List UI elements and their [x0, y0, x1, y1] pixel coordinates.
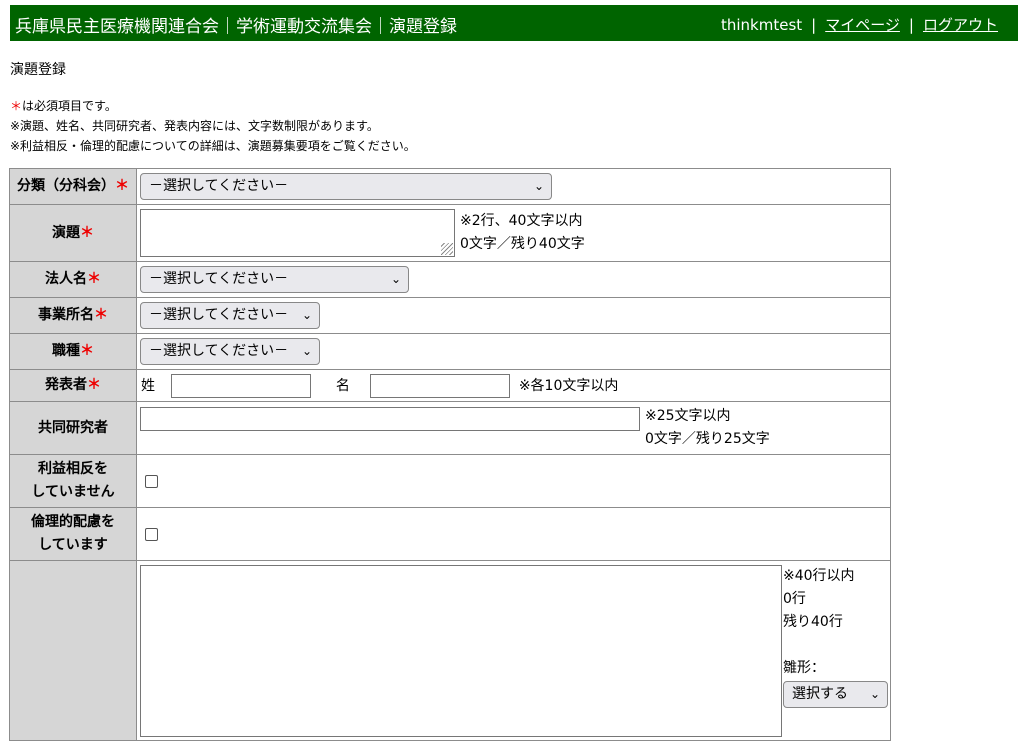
- label-coresearcher: 共同研究者: [9, 401, 137, 455]
- select-value: －選択してください－: [149, 307, 289, 323]
- resize-grip-icon[interactable]: [441, 243, 453, 255]
- logout-link[interactable]: ログアウト: [923, 16, 998, 34]
- label-content: [9, 560, 137, 741]
- template-label: 雛形：: [783, 660, 825, 676]
- mei-input[interactable]: [370, 373, 511, 398]
- conflict-checkbox[interactable]: [145, 474, 158, 488]
- mei-label: 名: [335, 377, 350, 394]
- nav-separator: |: [908, 16, 914, 34]
- presenter-hint: ※各10文字以内: [518, 377, 619, 394]
- required-star: ＊: [80, 343, 94, 359]
- chevron-down-icon: ⌄: [301, 308, 312, 322]
- label-presenter: 発表者＊: [9, 369, 137, 402]
- required-mark: ＊: [10, 99, 23, 113]
- title-hint: ※2行、40文字以内: [460, 213, 583, 229]
- form-notes: ＊は必須項目です。 ※演題、姓名、共同研究者、発表内容には、文字数制限があります…: [10, 96, 416, 156]
- label-category: 分類（分科会）＊: [9, 168, 137, 205]
- select-value: －選択してください－: [149, 271, 289, 287]
- label-office: 事業所名＊: [9, 297, 137, 334]
- content-lines-remaining: 残り40行: [783, 614, 843, 630]
- label-corporation: 法人名＊: [9, 261, 137, 298]
- required-star: ＊: [87, 271, 101, 287]
- required-star: ＊: [80, 224, 94, 241]
- coresearcher-char-count: 0文字／残り25文字: [645, 431, 770, 447]
- required-star: ＊: [94, 307, 108, 323]
- chevron-down-icon: ⌄: [301, 344, 312, 358]
- label-text: 共同研究者: [38, 419, 108, 436]
- label-text: 演題: [52, 224, 80, 241]
- label-title: 演題＊: [9, 204, 137, 262]
- label-text: 発表者: [45, 377, 87, 393]
- page-title: 演題登録: [10, 62, 66, 78]
- label-conflict: 利益相反を していません: [9, 454, 137, 508]
- label-text: 倫理的配慮を: [31, 514, 115, 530]
- category-select[interactable]: －選択してください－ ⌄: [140, 173, 552, 200]
- corporation-select[interactable]: －選択してください－ ⌄: [140, 266, 409, 293]
- chevron-down-icon: ⌄: [533, 179, 544, 193]
- office-select[interactable]: －選択してください－ ⌄: [140, 302, 320, 329]
- chevron-down-icon: ⌄: [869, 687, 880, 701]
- select-value: －選択してください－: [149, 343, 289, 359]
- select-value: 選択する: [792, 686, 848, 702]
- label-text: 職種: [52, 343, 80, 359]
- row-presenter: 発表者＊ 姓 名 ※各10文字以内: [9, 369, 891, 402]
- username: thinkmtest: [720, 16, 803, 34]
- label-ethics: 倫理的配慮を しています: [9, 507, 137, 561]
- content-hint: ※40行以内: [783, 568, 855, 584]
- occupation-select[interactable]: －選択してください－ ⌄: [140, 338, 320, 365]
- title-char-count: 0文字／残り40文字: [460, 236, 585, 252]
- coresearcher-hint: ※25文字以内: [645, 408, 731, 424]
- chevron-down-icon: ⌄: [390, 272, 401, 286]
- row-category: 分類（分科会）＊ －選択してください－ ⌄: [9, 168, 891, 205]
- label-text: 法人名: [45, 271, 87, 287]
- select-value: －選択してください－: [149, 178, 289, 194]
- required-star: ＊: [87, 377, 101, 393]
- note-char-limits: ※演題、姓名、共同研究者、発表内容には、文字数制限があります。: [10, 119, 379, 133]
- template-select[interactable]: 選択する ⌄: [783, 681, 888, 708]
- sei-label: 姓: [141, 377, 155, 394]
- row-conflict: 利益相反を していません: [9, 454, 891, 508]
- label-text: 分類（分科会）: [17, 178, 115, 194]
- coresearcher-input[interactable]: [140, 407, 640, 431]
- row-office: 事業所名＊ －選択してください－ ⌄: [9, 297, 891, 334]
- row-title: 演題＊ ※2行、40文字以内 0文字／残り40文字: [9, 204, 891, 262]
- row-corporation: 法人名＊ －選択してください－ ⌄: [9, 261, 891, 298]
- label-occupation: 職種＊: [9, 333, 137, 370]
- header-nav: thinkmtest | マイページ | ログアウト: [721, 14, 998, 35]
- note-conflict-ethics: ※利益相反・倫理的配慮についての詳細は、演題募集要項をご覧ください。: [10, 139, 416, 153]
- row-occupation: 職種＊ －選択してください－ ⌄: [9, 333, 891, 370]
- required-star: ＊: [115, 178, 129, 194]
- title-textarea[interactable]: [140, 209, 455, 257]
- note-required: ＊は必須項目です。: [10, 96, 416, 116]
- label-text: しています: [38, 537, 108, 553]
- label-text: 利益相反を: [38, 461, 108, 477]
- sei-input[interactable]: [171, 373, 312, 398]
- label-text: していません: [31, 484, 115, 500]
- app-header: 兵庫県民主医療機関連合会｜学術運動交流集会｜演題登録 thinkmtest | マイ…: [10, 5, 1018, 41]
- content-line-count: 0行: [783, 591, 806, 607]
- ethics-checkbox[interactable]: [145, 527, 158, 541]
- label-text: 事業所名: [38, 307, 94, 323]
- nav-separator: |: [811, 16, 817, 34]
- note-required-text: は必須項目です。: [22, 99, 117, 113]
- row-content: ※40行以内 0行 残り40行 雛形： 選択する ⌄: [9, 560, 891, 741]
- registration-form: 分類（分科会）＊ －選択してください－ ⌄ 演題＊ ※2行、40文字以内 0文字…: [9, 168, 891, 741]
- mypage-link[interactable]: マイページ: [825, 16, 900, 34]
- row-coresearcher: 共同研究者 ※25文字以内 0文字／残り25文字: [9, 401, 891, 455]
- app-title: 兵庫県民主医療機関連合会｜学術運動交流集会｜演題登録: [15, 17, 457, 37]
- content-textarea[interactable]: [140, 565, 782, 737]
- row-ethics: 倫理的配慮を しています: [9, 507, 891, 561]
